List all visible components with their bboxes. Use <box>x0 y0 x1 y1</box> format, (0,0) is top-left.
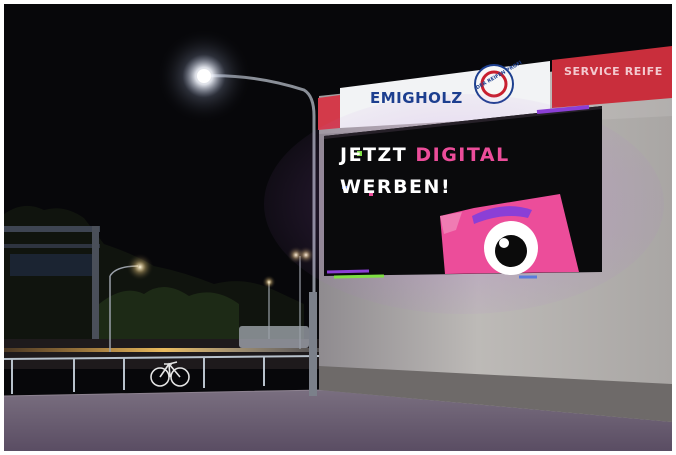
brand-sign-text: EMIGHOLZ <box>370 89 463 107</box>
blurred-vehicle <box>239 326 309 348</box>
photo-frame: EMIGHOLZ DER REIFEN PROFI SERVICE REIFE … <box>4 4 672 451</box>
billboard-headline-line2: WERBEN! <box>340 176 451 198</box>
headline-part1: JETZT <box>340 144 416 166</box>
headline-highlight: DIGITAL <box>415 144 510 166</box>
headline-exclaim: ! <box>440 176 452 198</box>
service-sign-text: SERVICE REIFE <box>564 65 663 78</box>
car-light-streak <box>4 348 324 352</box>
headline-line2: WERBEN <box>340 176 441 198</box>
billboard-headline-line1: JETZT DIGITAL <box>340 144 510 166</box>
